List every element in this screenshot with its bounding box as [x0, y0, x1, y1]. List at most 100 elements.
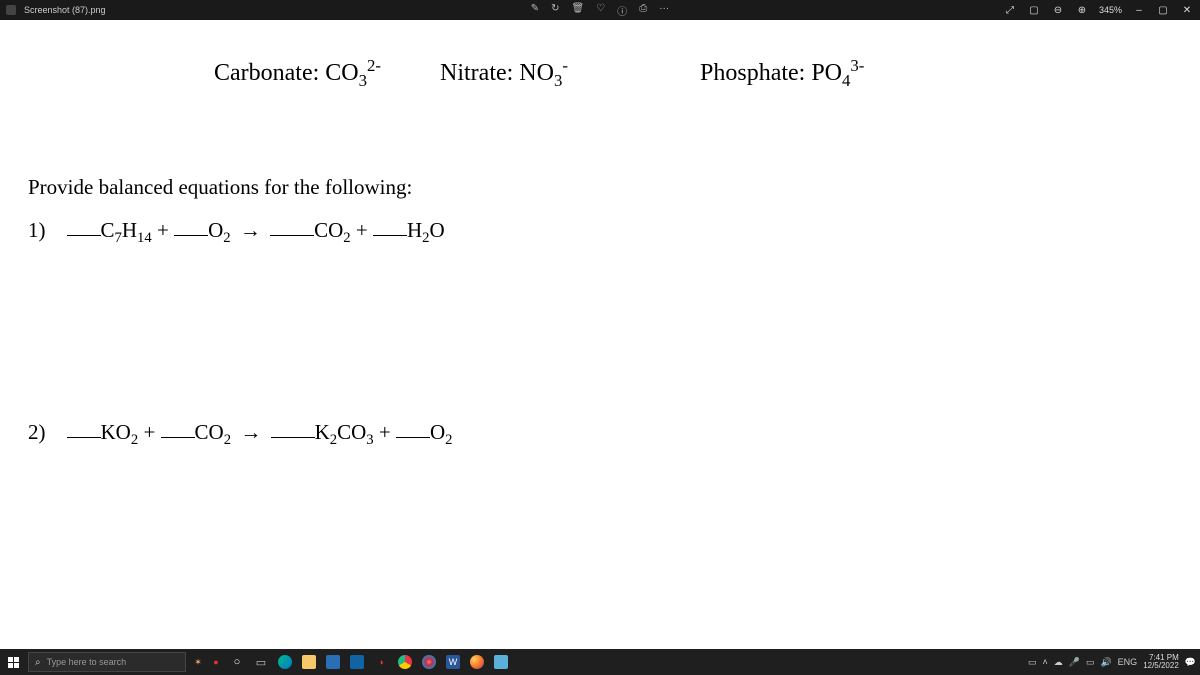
- language-indicator[interactable]: ENG: [1118, 657, 1138, 667]
- more-icon[interactable]: ···: [659, 3, 669, 18]
- search-icon: ⌕: [35, 657, 41, 668]
- photos-app-icon: [6, 5, 16, 15]
- q1-number: 1): [28, 218, 46, 242]
- task-view-icon[interactable]: ▭: [250, 651, 272, 673]
- edge-icon[interactable]: [274, 651, 296, 673]
- phosphate-label: Phosphate: PO: [700, 60, 842, 86]
- q2-plus2: +: [374, 420, 396, 444]
- photos-toolbar: ✎ ↻ 🗑 ♡ ⓘ ⎙ ···: [531, 3, 669, 18]
- favorite-icon[interactable]: ♡: [596, 3, 605, 18]
- cortana-icon[interactable]: ○: [226, 651, 248, 673]
- tray-chevron-icon[interactable]: ˄: [1042, 657, 1047, 667]
- edit-icon[interactable]: ✎: [531, 3, 539, 18]
- q2-k2d: 3: [366, 432, 373, 448]
- q1-h: H: [122, 218, 137, 242]
- firefox-icon[interactable]: [466, 651, 488, 673]
- minimize-button[interactable]: –: [1132, 3, 1146, 17]
- q2-co2b: 2: [224, 432, 231, 448]
- meet-now-icon[interactable]: ▭: [1028, 657, 1037, 668]
- q1-blank-2: [174, 235, 208, 236]
- rotate-icon[interactable]: ↻: [551, 3, 559, 18]
- mic-icon[interactable]: 🎤: [1069, 657, 1080, 668]
- fullscreen-icon[interactable]: ⤢: [1003, 3, 1017, 17]
- nitrate-sup: -: [562, 56, 568, 75]
- paint-icon[interactable]: [490, 651, 512, 673]
- notifications-icon[interactable]: 💬: [1185, 657, 1196, 668]
- carbonate-sup: 2-: [367, 56, 381, 75]
- close-button[interactable]: ✕: [1180, 3, 1194, 17]
- q1-plus2: +: [351, 218, 373, 242]
- q2-arrow: →: [236, 420, 265, 444]
- q2-blank-2: [161, 437, 195, 438]
- photos-title-bar: Screenshot (87).png ✎ ↻ 🗑 ♡ ⓘ ⎙ ··· ⤢ ▢ …: [0, 0, 1200, 20]
- info-icon[interactable]: ⓘ: [617, 3, 627, 18]
- q2-k2c: CO: [337, 420, 366, 444]
- search-placeholder: Type here to search: [47, 657, 127, 667]
- nitrate-ion: Nitrate: NO3-: [440, 60, 568, 87]
- q1-c-sub: 7: [115, 230, 122, 246]
- chrome-icon[interactable]: [394, 651, 416, 673]
- q1-o2b: 2: [223, 230, 230, 246]
- q2-co2a: CO: [195, 420, 224, 444]
- q1-o2a: O: [208, 218, 223, 242]
- q2-blank-4: [396, 437, 430, 438]
- zoom-in-icon[interactable]: ⊕: [1075, 3, 1089, 17]
- q2-blank-3: [271, 437, 315, 438]
- phosphate-sup: 3-: [850, 56, 864, 75]
- phosphate-ion: Phosphate: PO43-: [700, 60, 864, 87]
- q2-plus1: +: [138, 420, 160, 444]
- q2-ko2a: KO: [101, 420, 131, 444]
- nitrate-label: Nitrate: NO: [440, 60, 554, 86]
- zoom-level: 345%: [1099, 5, 1122, 15]
- q1-co2b: 2: [343, 230, 350, 246]
- print-icon[interactable]: ⎙: [639, 3, 647, 18]
- balloon-icon[interactable]: ●: [208, 651, 224, 673]
- gingerbread-icon[interactable]: ✶: [190, 651, 206, 673]
- file-title: Screenshot (87).png: [24, 5, 106, 15]
- q1-blank-1: [67, 235, 101, 236]
- q1-co2a: CO: [314, 218, 343, 242]
- q1-h-sub: 14: [137, 230, 152, 246]
- fit-icon[interactable]: ▢: [1027, 3, 1041, 17]
- q1-h2a: H: [407, 218, 422, 242]
- volume-icon[interactable]: 🔊: [1100, 657, 1111, 668]
- windows-logo-icon: [8, 657, 19, 668]
- q1-arrow: →: [236, 218, 265, 242]
- equation-2: 2) KO2 + CO2 → K2CO3 + O2: [28, 420, 452, 445]
- system-tray: ▭ ˄ ☁ 🎤 ▭ 🔊 ENG 7:41 PM 12/5/2022 💬: [1028, 654, 1196, 671]
- office-icon[interactable]: ◑: [370, 651, 392, 673]
- q1-h2c: O: [429, 218, 444, 242]
- instruction-text: Provide balanced equations for the follo…: [28, 175, 412, 200]
- image-viewport[interactable]: Carbonate: CO32- Nitrate: NO3- Phosphate…: [0, 20, 1200, 649]
- carbonate-ion: Carbonate: CO32-: [214, 60, 381, 87]
- carbonate-label: Carbonate: CO: [214, 60, 359, 86]
- clock-date: 12/5/2022: [1143, 662, 1179, 670]
- windows-taskbar: ⌕ Type here to search ✶ ● ○ ▭ ◑ W ▭ ˄ ☁ …: [0, 649, 1200, 675]
- taskbar-clock[interactable]: 7:41 PM 12/5/2022: [1143, 654, 1179, 671]
- q2-k2b: 2: [330, 432, 337, 448]
- q1-blank-4: [373, 235, 407, 236]
- carbonate-sub: 3: [359, 71, 367, 90]
- onedrive-icon[interactable]: ☁: [1054, 657, 1063, 668]
- q1-c: C: [101, 218, 115, 242]
- zoom-out-icon[interactable]: ⊖: [1051, 3, 1065, 17]
- photos-icon[interactable]: [418, 651, 440, 673]
- q2-o2b: 2: [445, 432, 452, 448]
- explorer-icon[interactable]: [298, 651, 320, 673]
- q2-o2a: O: [430, 420, 445, 444]
- store-icon[interactable]: [322, 651, 344, 673]
- mail-icon[interactable]: [346, 651, 368, 673]
- word-icon[interactable]: W: [442, 651, 464, 673]
- equation-1: 1) C7H14 + O2 → CO2 + H2O: [28, 218, 445, 243]
- delete-icon[interactable]: 🗑: [572, 3, 585, 18]
- q1-blank-3: [270, 235, 314, 236]
- q2-blank-1: [67, 437, 101, 438]
- q1-plus1: +: [152, 218, 174, 242]
- taskbar-pinned: ✶ ● ○ ▭ ◑ W: [190, 651, 512, 673]
- maximize-button[interactable]: ▢: [1156, 3, 1170, 17]
- taskbar-search[interactable]: ⌕ Type here to search: [28, 652, 186, 672]
- battery-icon[interactable]: ▭: [1086, 657, 1095, 668]
- start-button[interactable]: [0, 649, 26, 675]
- q2-k2a: K: [315, 420, 330, 444]
- q2-number: 2): [28, 420, 46, 444]
